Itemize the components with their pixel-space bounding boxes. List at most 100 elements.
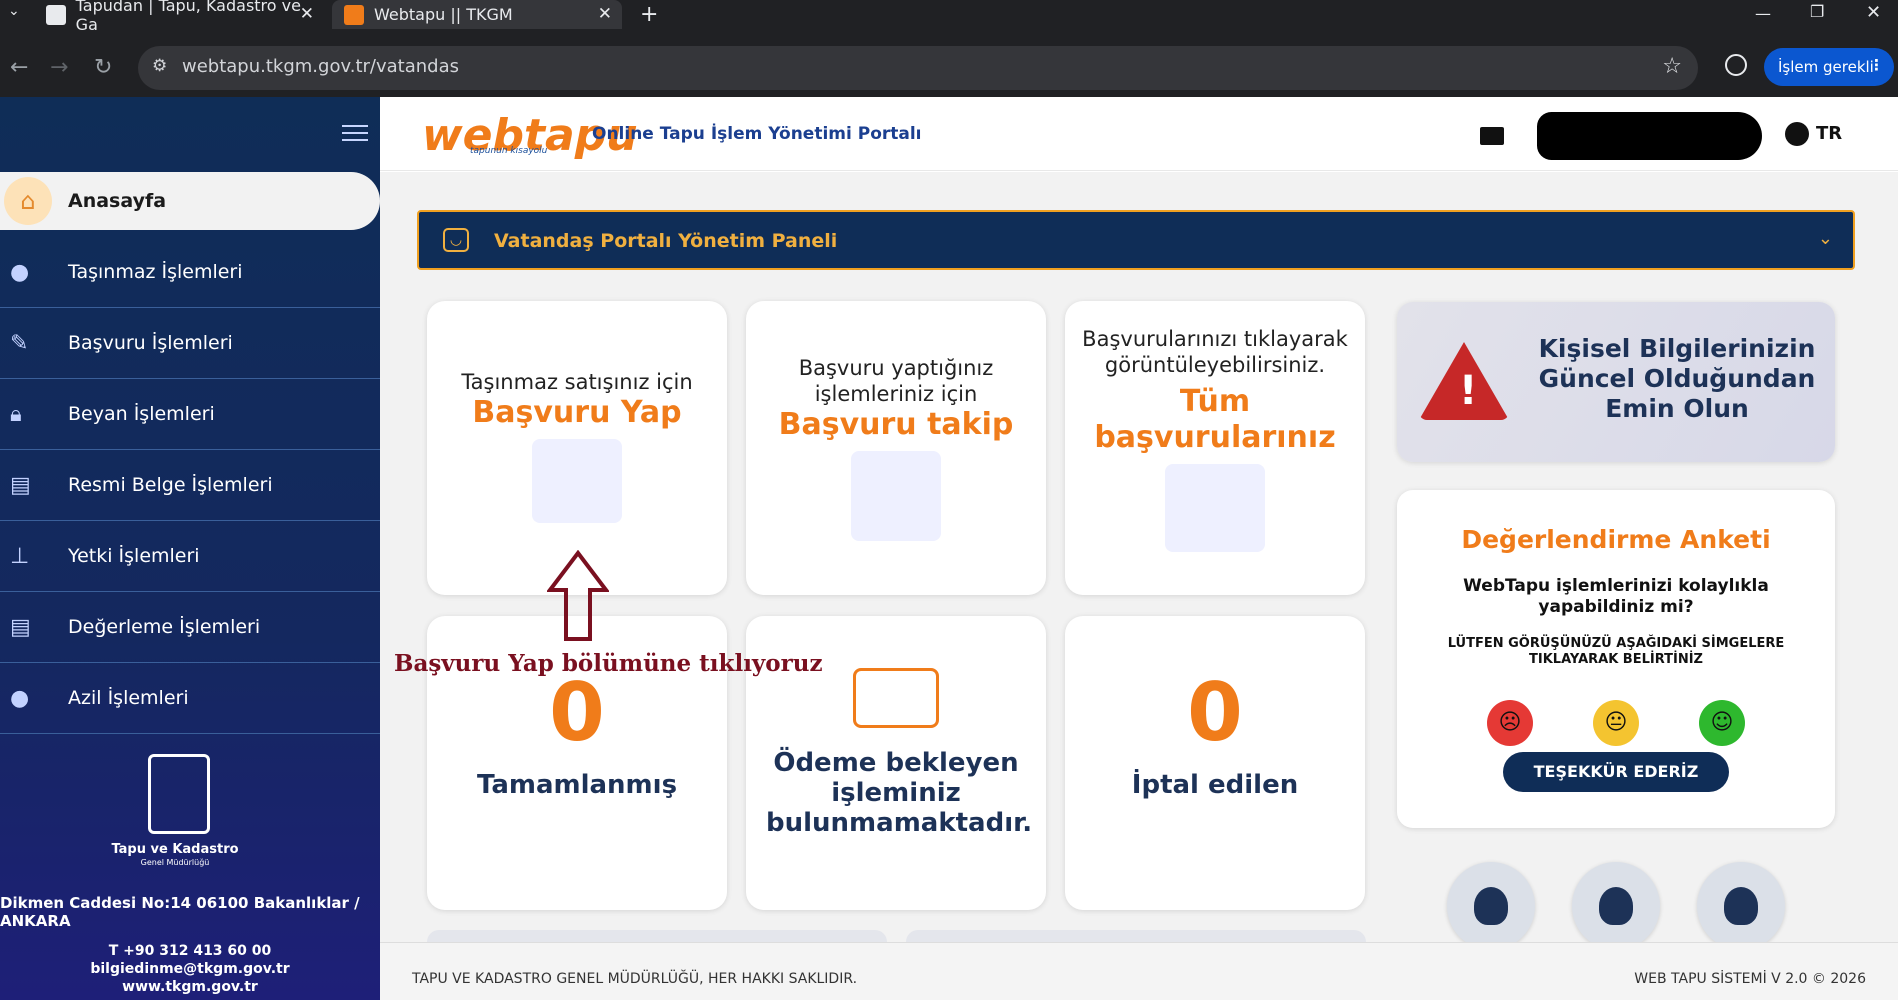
dashboard-panel-header[interactable]: ◡ Vatandaş Portalı Yönetim Paneli ⌄ [417,210,1855,270]
address-bar[interactable]: ⚙ webtapu.tkgm.gov.tr/vatandas ☆ [138,46,1698,90]
browser-tab[interactable]: Tapudan | Tapu, Kadastro ve Ga ✕ [34,0,324,34]
portal-title: Online Tapu İşlem Yönetimi Portalı [592,124,922,144]
card-partial [427,930,887,942]
completed-count: 0 [549,666,605,759]
language-selector[interactable]: TR [1816,123,1842,144]
sidebar-item-tasinmaz[interactable]: ● Taşınmaz İşlemleri [0,237,380,308]
location-shortcut-button[interactable] [1697,862,1785,950]
feedback-shortcut-button[interactable] [1572,862,1660,950]
payment-label: Ödeme bekleyen işleminiz bulunmamaktadır… [766,748,1033,838]
track-card-text: Başvuru yaptığınız işlemleriniz için [798,356,994,406]
sidebar-item-home[interactable]: ⌂ Anasayfa [0,172,380,230]
card-partial [906,930,1366,942]
annotation-arrow-icon [547,550,609,641]
action-required-label: İşlem gerekli [1778,58,1874,76]
sidebar-item-resmi-belge[interactable]: ▤ Resmi Belge İşlemleri [0,450,380,521]
profile-shortcut-button[interactable] [1447,862,1535,950]
maximize-button[interactable]: ❐ [1810,2,1824,21]
tab-title: Tapudan | Tapu, Kadastro ve Ga [75,0,301,34]
globe-icon[interactable] [1785,122,1809,146]
apply-illustration [532,439,622,523]
hamburger-menu-icon[interactable] [342,125,368,141]
annotation-text: Başvuru Yap bölümüne tıklıyoruz [394,650,823,677]
sidebar-item-degerleme[interactable]: ▤ Değerleme İşlemleri [0,592,380,663]
chat-icon [1599,887,1633,925]
location-pin-icon: ● [10,685,30,711]
survey-note: LÜTFEN GÖRÜŞÜNÜZÜ AŞAĞIDAKİ SİMGELERE TI… [1447,636,1785,667]
browser-tab-active[interactable]: Webtapu || TKGM ✕ [332,0,622,29]
forward-icon[interactable]: → [50,55,68,80]
track-illustration [851,451,941,541]
profile-icon[interactable] [1725,54,1747,76]
track-card-title: Başvuru takip [778,407,1014,442]
back-icon[interactable]: ← [10,55,28,80]
user-icon [1474,887,1508,925]
cancelled-card[interactable]: 0 İptal edilen [1065,616,1365,910]
user-name-redacted[interactable] [1537,112,1762,160]
mail-icon[interactable] [1480,127,1504,145]
sidebar-item-label: Taşınmaz İşlemleri [68,261,243,283]
completed-label: Tamamlanmış [476,770,678,800]
exclamation-icon: ! [1459,368,1478,414]
apply-card-title: Başvuru Yap [472,395,682,430]
tkgm-logo [148,754,210,834]
neutral-face-icon[interactable]: 😐︎ [1593,700,1639,746]
panel-title: Vatandaş Portalı Yönetim Paneli [494,230,838,252]
new-tab-button[interactable]: + [640,2,658,27]
bookmark-star-icon[interactable]: ☆ [1662,54,1682,79]
survey-card: Değerlendirme Anketi WebTapu işlemlerini… [1397,490,1835,828]
apply-card-text: Taşınmaz satışınız için [461,370,693,394]
menu-dots-icon: ⋮ [1869,56,1884,74]
cancelled-label: İptal edilen [1131,770,1299,800]
thanks-button[interactable]: TEŞEKKÜR EDERİZ [1503,752,1729,792]
track-card[interactable]: Başvuru yaptığınız işlemleriniz için Baş… [746,301,1046,595]
chevron-down-icon[interactable]: ⌄ [1818,228,1833,249]
close-tab-icon[interactable]: ✕ [300,4,314,24]
happy-face-icon[interactable]: ☺ [1699,700,1745,746]
sidebar-item-label: Başvuru İşlemleri [68,332,233,354]
sad-face-icon[interactable]: ☹ [1487,700,1533,746]
close-window-button[interactable]: ✕ [1866,2,1881,23]
payment-icon [853,668,939,728]
lock-icon: 🔒︎ [10,401,22,427]
tab-list-chevron-icon[interactable]: ⌄ [8,3,20,19]
footer-version: WEB TAPU SİSTEMİ V 2.0 © 2026 [1634,971,1866,987]
sidebar-item-beyan[interactable]: 🔒︎ Beyan İşlemleri [0,379,380,450]
tab-title: Webtapu || TKGM [374,5,513,24]
stamp-icon: ⊥ [10,543,30,569]
sidebar-item-label: Anasayfa [68,190,167,212]
document-icon: ▤ [10,472,31,498]
site-settings-icon[interactable]: ⚙ [152,56,167,76]
all-card-title: Tüm başvurularınız [1094,384,1336,455]
url-text[interactable]: webtapu.tkgm.gov.tr/vatandas [182,56,459,77]
page-footer: TAPU VE KADASTRO GENEL MÜDÜRLÜĞÜ, HER HA… [380,942,1898,1000]
sidebar-item-label: Resmi Belge İşlemleri [68,474,273,496]
reload-icon[interactable]: ↻ [94,55,112,80]
site-favicon-icon [46,4,66,25]
all-illustration [1165,464,1265,552]
logo-tagline: tapunun kısayolu [470,146,548,156]
all-card-text: Başvurularınızı tıklayarak görüntüleyebi… [1082,327,1348,377]
website-link[interactable]: www.tkgm.gov.tr [0,978,380,996]
personal-info-text: Kişisel Bilgilerinizin Güncel Olduğundan… [1538,334,1816,423]
personal-info-banner[interactable]: ! Kişisel Bilgilerinizin Güncel Olduğund… [1397,302,1835,462]
all-applications-card[interactable]: Başvurularınızı tıklayarak görüntüleyebi… [1065,301,1365,595]
sidebar-item-basvuru[interactable]: ✎ Başvuru İşlemleri [0,308,380,379]
sidebar-item-yetki[interactable]: ⊥ Yetki İşlemleri [0,521,380,592]
minimize-button[interactable]: — [1755,4,1771,23]
action-required-button[interactable]: İşlem gerekli ⋮ [1764,48,1894,86]
address: Dikmen Caddesi No:14 06100 Bakanlıklar /… [0,894,360,930]
phone: T +90 312 413 60 00 [108,943,272,959]
sidebar-item-azil[interactable]: ● Azil İşlemleri [0,663,380,734]
survey-question: WebTapu işlemlerinizi kolaylıkla yapabil… [1463,576,1769,617]
location-pin-icon: ● [10,259,30,285]
map-pin-icon [1724,887,1758,925]
email-link[interactable]: bilgiedinme@tkgm.gov.tr [0,960,380,978]
org-sub: Genel Müdürlüğü [140,858,210,867]
home-icon: ⌂ [4,177,52,225]
browser-chrome: ⌄ Tapudan | Tapu, Kadastro ve Ga ✕ Webta… [0,0,1898,97]
sidebar-item-label: Değerleme İşlemleri [68,616,261,638]
close-tab-icon[interactable]: ✕ [598,4,612,24]
contact-info: Dikmen Caddesi No:14 06100 Bakanlıklar /… [0,894,380,996]
document-icon: ▤ [10,614,31,640]
